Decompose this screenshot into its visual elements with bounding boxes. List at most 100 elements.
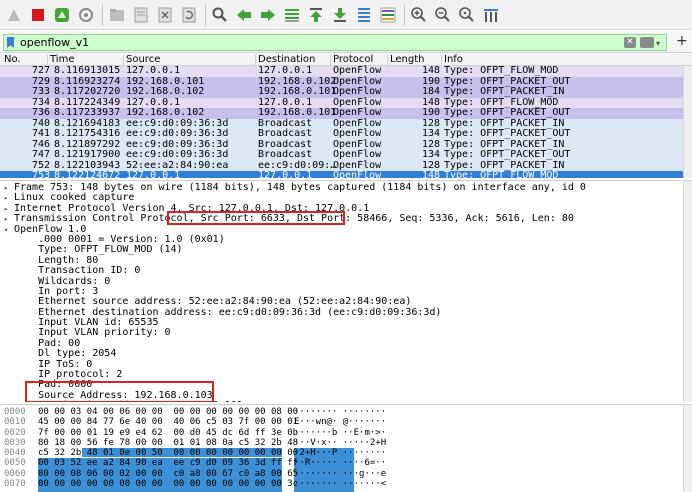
- reload-file-icon[interactable]: [178, 4, 200, 26]
- byte-ascii: ········ ·······<: [294, 479, 387, 490]
- packet-destination: 192.168.0.101: [258, 107, 337, 118]
- byte-hex: 00 00 03 04 00 06 00 00 00 00 00 00 00 0…: [38, 407, 299, 417]
- detail-line[interactable]: Type: OFPT_FLOW_MOD (14): [0, 244, 692, 255]
- packet-row[interactable]: 741 8.121754316 ee:c9:d0:09:36:3d Broadcast…: [0, 128, 692, 140]
- byte-offset: 0000: [4, 407, 26, 417]
- toolbar-separator: [404, 3, 405, 26]
- packet-details-tree: ▸ Frame 753: 148 bytes on wire (1184 bits…: [0, 180, 692, 402]
- packet-destination: 127.0.0.1: [258, 65, 313, 76]
- packet-no: 727: [31, 65, 50, 76]
- packet-info: Type: OFPT_PACKET_IN: [444, 86, 565, 97]
- packet-source: 127.0.0.1: [126, 170, 181, 178]
- detail-line[interactable]: Input VLAN priority: 0: [0, 328, 692, 339]
- packet-time: 8.117202720: [54, 86, 121, 97]
- bytes-row[interactable]: 0050 00 03 52 ee a2 84 90 ea ee c9 d0 09 …: [0, 458, 692, 468]
- packet-row[interactable]: 753 8.122124672 127.0.0.1 127.0.0.1 OpenFlow…: [0, 170, 692, 178]
- packet-time: 8.121754316: [54, 128, 121, 139]
- bytes-row[interactable]: 0040 c5 32 2b 48 01 0e 00 50 00 00 00 00 …: [0, 448, 692, 458]
- detail-line[interactable]: Dl type: 2054: [0, 348, 692, 359]
- packet-info: Type: OFPT_FLOW_MOD: [444, 65, 559, 76]
- byte-offset: 0010: [4, 417, 26, 428]
- find-packet-icon[interactable]: [209, 4, 231, 26]
- packet-destination: Broadcast: [258, 149, 313, 160]
- go-back-icon[interactable]: [233, 4, 255, 26]
- detail-line[interactable]: IP protocol: 2: [0, 369, 692, 380]
- packet-no: 736: [31, 107, 50, 118]
- packet-row[interactable]: 736 8.117233937 192.168.0.102 192.168.0.101…: [0, 107, 692, 119]
- toolbar-separator: [102, 3, 103, 26]
- shark-fin-start-icon[interactable]: [3, 4, 25, 26]
- expanded-arrow-icon[interactable]: ▾: [4, 225, 8, 235]
- clear-filter-icon[interactable]: ✕: [624, 37, 636, 48]
- packet-row[interactable]: 727 8.116913015 127.0.0.1 127.0.0.1 OpenFlow…: [0, 65, 692, 77]
- collapsed-arrow-icon[interactable]: ▸: [4, 204, 8, 214]
- open-file-icon[interactable]: [106, 4, 128, 26]
- bytes-scrollbar[interactable]: [683, 405, 692, 492]
- byte-offset: 0020: [4, 427, 26, 438]
- packet-no: 747: [31, 149, 50, 160]
- byte-ascii: E···wn@· @·······: [294, 417, 387, 428]
- details-scrollbar[interactable]: [683, 181, 692, 402]
- packet-no: 753: [31, 170, 50, 178]
- column-header-no[interactable]: No.: [2, 54, 21, 66]
- go-to-packet-icon[interactable]: [281, 4, 303, 26]
- byte-hex: 45 00 00 84 77 6e 40 00 40 06 c5 03 7f 0…: [38, 417, 299, 428]
- packet-info: Type: OFPT_FLOW_MOD: [444, 170, 559, 178]
- packet-protocol: OpenFlow: [333, 86, 382, 97]
- packet-list-scrollbar[interactable]: [683, 66, 692, 178]
- packet-time: 8.122124672: [54, 170, 121, 178]
- close-file-icon[interactable]: [154, 4, 176, 26]
- bytes-row[interactable]: 0030 80 18 00 56 fe 78 00 00 01 01 08 0a …: [0, 438, 692, 448]
- first-packet-icon[interactable]: [305, 4, 327, 26]
- bytes-row[interactable]: 0020 7f 00 00 01 19 e9 e4 62 00 d0 45 dc …: [0, 428, 692, 438]
- go-forward-icon[interactable]: [257, 4, 279, 26]
- byte-ascii: ·······b ··E·m·>·: [294, 427, 387, 438]
- packet-destination: 127.0.0.1: [258, 170, 313, 178]
- bytes-row[interactable]: 0000 00 00 03 04 00 06 00 00 00 00 00 00 …: [0, 407, 692, 417]
- byte-hex: 00 03 52 ee a2 84 90 ea ee c9 d0 09 36 3…: [38, 458, 299, 469]
- byte-hex: c5 32 2b 48 01 0e 00 50 00 00 00 00 00 0…: [38, 448, 299, 459]
- collapsed-arrow-icon[interactable]: ▸: [4, 193, 8, 203]
- packet-protocol: OpenFlow: [333, 170, 382, 178]
- packet-protocol: OpenFlow: [333, 149, 382, 160]
- detail-line[interactable]: Wildcards: 0: [0, 276, 692, 287]
- display-filter-bar: openflow_v1 ✕ ▾ +: [0, 31, 692, 53]
- packet-info: Type: OFPT_PACKET_OUT: [444, 149, 571, 160]
- bytes-row[interactable]: 0070 00 00 00 00 00 00 00 00 00 00 00 00 …: [0, 479, 692, 489]
- resize-columns-icon[interactable]: [480, 4, 502, 26]
- zoom-normal-icon[interactable]: [456, 4, 478, 26]
- add-filter-button-icon[interactable]: +: [676, 33, 688, 49]
- byte-offset: 0030: [4, 437, 26, 448]
- packet-length: 184: [421, 86, 440, 97]
- collapsed-arrow-icon[interactable]: ▸: [4, 183, 8, 193]
- packet-no: 741: [31, 128, 50, 139]
- display-filter-input[interactable]: openflow_v1: [3, 34, 667, 51]
- packet-source: ee:c9:d0:09:36:3d: [126, 128, 229, 139]
- zoom-in-icon[interactable]: [408, 4, 430, 26]
- bytes-row[interactable]: 0010 45 00 00 84 77 6e 40 00 40 06 c5 03 …: [0, 417, 692, 427]
- filter-history-chevron-icon[interactable]: ▾: [656, 39, 660, 48]
- byte-offset: 0040: [4, 448, 26, 459]
- capture-options-icon[interactable]: [75, 4, 97, 26]
- restart-capture-icon[interactable]: [51, 4, 73, 26]
- packet-row[interactable]: 733 8.117202720 192.168.0.102 192.168.0.101…: [0, 86, 692, 98]
- detail-line[interactable]: Transaction ID: 0: [0, 265, 692, 276]
- autoscroll-icon[interactable]: [353, 4, 375, 26]
- detail-line[interactable]: ▸ Transmission Control Protocol, Src Port…: [0, 213, 692, 224]
- colorize-icon[interactable]: [377, 4, 399, 26]
- column-header-length[interactable]: Length: [387, 54, 425, 66]
- packet-info: Type: OFPT_PACKET_OUT: [444, 128, 571, 139]
- zoom-out-icon[interactable]: [432, 4, 454, 26]
- byte-ascii: ········ ········: [294, 407, 387, 417]
- packet-row[interactable]: 747 8.121917900 ee:c9:d0:09:36:3d Broadcast…: [0, 149, 692, 161]
- save-file-icon[interactable]: [130, 4, 152, 26]
- last-packet-icon[interactable]: [329, 4, 351, 26]
- bytes-row[interactable]: 0060 00 00 08 06 00 02 00 00 c0 a8 00 67 …: [0, 469, 692, 479]
- apply-filter-icon[interactable]: [640, 37, 654, 48]
- byte-offset: 0060: [4, 468, 26, 479]
- byte-hex: 80 18 00 56 fe 78 00 00 01 01 08 0a c5 3…: [38, 437, 299, 448]
- bytes-rows: 0000 00 00 03 04 00 06 00 00 00 00 00 00 …: [0, 407, 692, 489]
- collapsed-arrow-icon[interactable]: ▸: [4, 214, 8, 224]
- stop-capture-icon[interactable]: [27, 4, 49, 26]
- packet-protocol: OpenFlow: [333, 107, 382, 118]
